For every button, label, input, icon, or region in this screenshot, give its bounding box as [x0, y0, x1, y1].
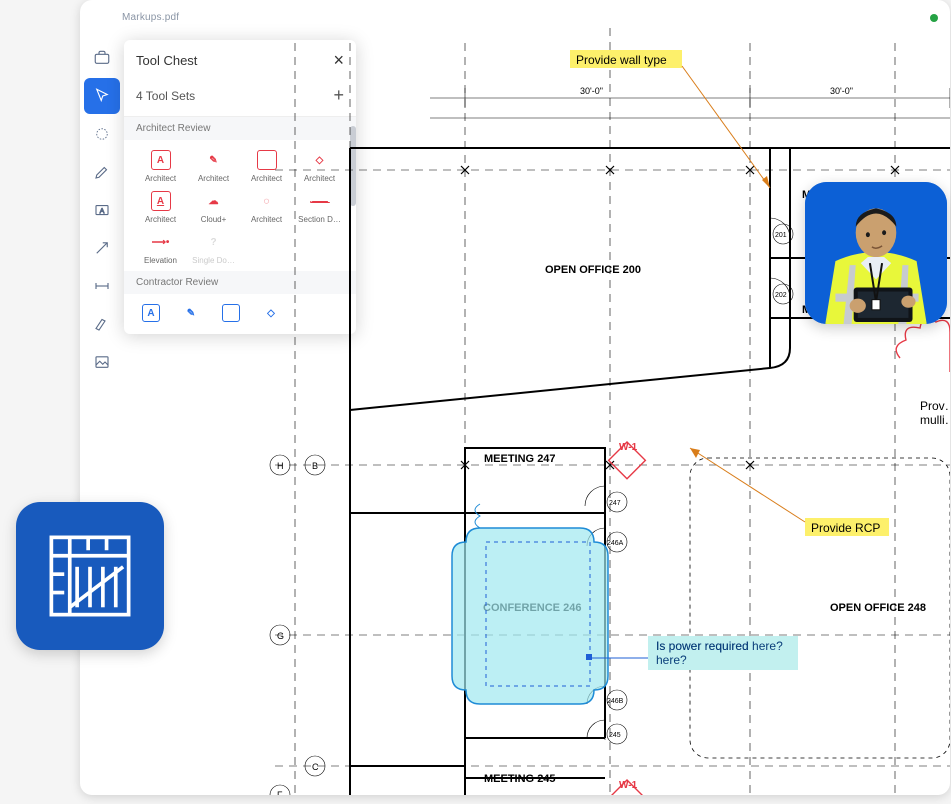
- svg-text:MEETING 245: MEETING 245: [484, 773, 556, 785]
- svg-text:F: F: [277, 790, 283, 795]
- app-window: Markups.pdf A Too: [80, 0, 950, 795]
- text-box-icon[interactable]: A: [84, 192, 120, 228]
- dim-1: 30'-0": [580, 86, 603, 96]
- pen-icon[interactable]: [84, 154, 120, 190]
- cursor-icon[interactable]: [84, 78, 120, 114]
- svg-text:246A: 246A: [607, 540, 624, 547]
- svg-text:OPEN OFFICE 200: OPEN OFFICE 200: [545, 264, 641, 276]
- arrow-icon[interactable]: [84, 230, 120, 266]
- highlighter-icon[interactable]: [84, 306, 120, 342]
- svg-text:247: 247: [609, 500, 621, 507]
- dim-2: 30'-0": [830, 86, 853, 96]
- dimension-icon[interactable]: [84, 268, 120, 304]
- avatar-illustration: [805, 182, 947, 324]
- annot-wall-type: Provide wall type: [576, 53, 667, 67]
- vertical-toolbar: A: [84, 40, 120, 382]
- svg-text:W-1: W-1: [619, 780, 638, 791]
- svg-text:202: 202: [775, 292, 787, 299]
- svg-text:MEETING 247: MEETING 247: [484, 453, 556, 465]
- svg-text:201: 201: [775, 232, 787, 239]
- svg-text:245: 245: [609, 732, 621, 739]
- tally-grid-icon: [44, 530, 136, 622]
- gear-outline-icon[interactable]: [84, 116, 120, 152]
- user-avatar: [805, 182, 947, 324]
- image-icon[interactable]: [84, 344, 120, 380]
- svg-text:246B: 246B: [607, 698, 624, 705]
- svg-text:A: A: [100, 208, 105, 215]
- svg-text:G: G: [277, 631, 284, 641]
- tag-w1: W-1: [619, 442, 638, 453]
- svg-text:C: C: [312, 762, 319, 772]
- floor-plan[interactable]: .thin{stroke:#000;stroke-width:0.6;fill:…: [130, 18, 950, 795]
- annot-mullions: Prov…mulli…: [920, 399, 950, 427]
- annot-rcp: Provide RCP: [811, 521, 880, 535]
- svg-text:OPEN OFFICE 248: OPEN OFFICE 248: [830, 602, 926, 614]
- briefcase-icon[interactable]: [84, 40, 120, 76]
- takeoff-logo-tile: [16, 502, 164, 650]
- svg-text:H: H: [277, 461, 284, 471]
- svg-text:B: B: [312, 461, 318, 471]
